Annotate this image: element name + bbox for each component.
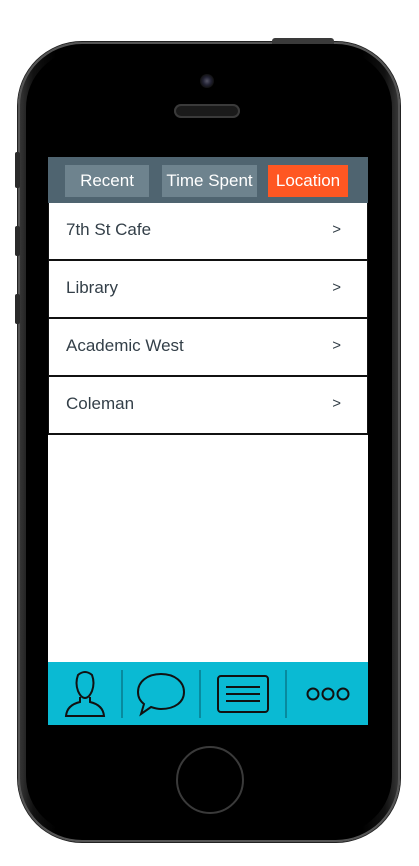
nav-chat[interactable] xyxy=(123,662,199,725)
tab-time-spent[interactable]: Time Spent xyxy=(162,165,257,197)
chevron-right-icon: > xyxy=(332,337,341,354)
list-item-coleman[interactable]: Coleman > xyxy=(48,377,368,435)
list-item-academic-west[interactable]: Academic West > xyxy=(48,319,368,377)
location-list: 7th St Cafe > Library > Academic West > … xyxy=(48,203,368,435)
more-icon xyxy=(306,687,349,700)
list-item-7th-st-cafe[interactable]: 7th St Cafe > xyxy=(48,203,368,261)
volume-down-button xyxy=(15,294,20,324)
front-camera xyxy=(200,74,214,88)
earpiece-speaker xyxy=(174,104,240,118)
list-icon xyxy=(217,674,269,713)
nav-profile[interactable] xyxy=(48,662,121,725)
chat-icon xyxy=(136,672,186,716)
list-item-library[interactable]: Library > xyxy=(48,261,368,319)
chevron-right-icon: > xyxy=(332,279,341,296)
tab-recent[interactable]: Recent xyxy=(65,165,149,197)
list-item-label: 7th St Cafe xyxy=(66,220,152,239)
app-screen: Recent Time Spent Location 7th St Cafe >… xyxy=(48,157,368,725)
list-item-label: Library xyxy=(66,278,118,297)
tab-location[interactable]: Location xyxy=(268,165,348,197)
chevron-right-icon: > xyxy=(332,395,341,412)
list-item-label: Coleman xyxy=(66,394,135,413)
profile-icon xyxy=(64,670,105,717)
nav-list[interactable] xyxy=(201,662,285,725)
power-button xyxy=(272,38,334,44)
segment-tab-bar: Recent Time Spent Location xyxy=(48,157,368,203)
mute-switch xyxy=(15,152,20,188)
list-item-label: Academic West xyxy=(66,336,184,355)
home-button[interactable] xyxy=(176,746,244,814)
nav-more[interactable] xyxy=(287,662,368,725)
chevron-right-icon: > xyxy=(332,221,341,238)
volume-up-button xyxy=(15,226,20,256)
bottom-nav-bar xyxy=(48,662,368,725)
